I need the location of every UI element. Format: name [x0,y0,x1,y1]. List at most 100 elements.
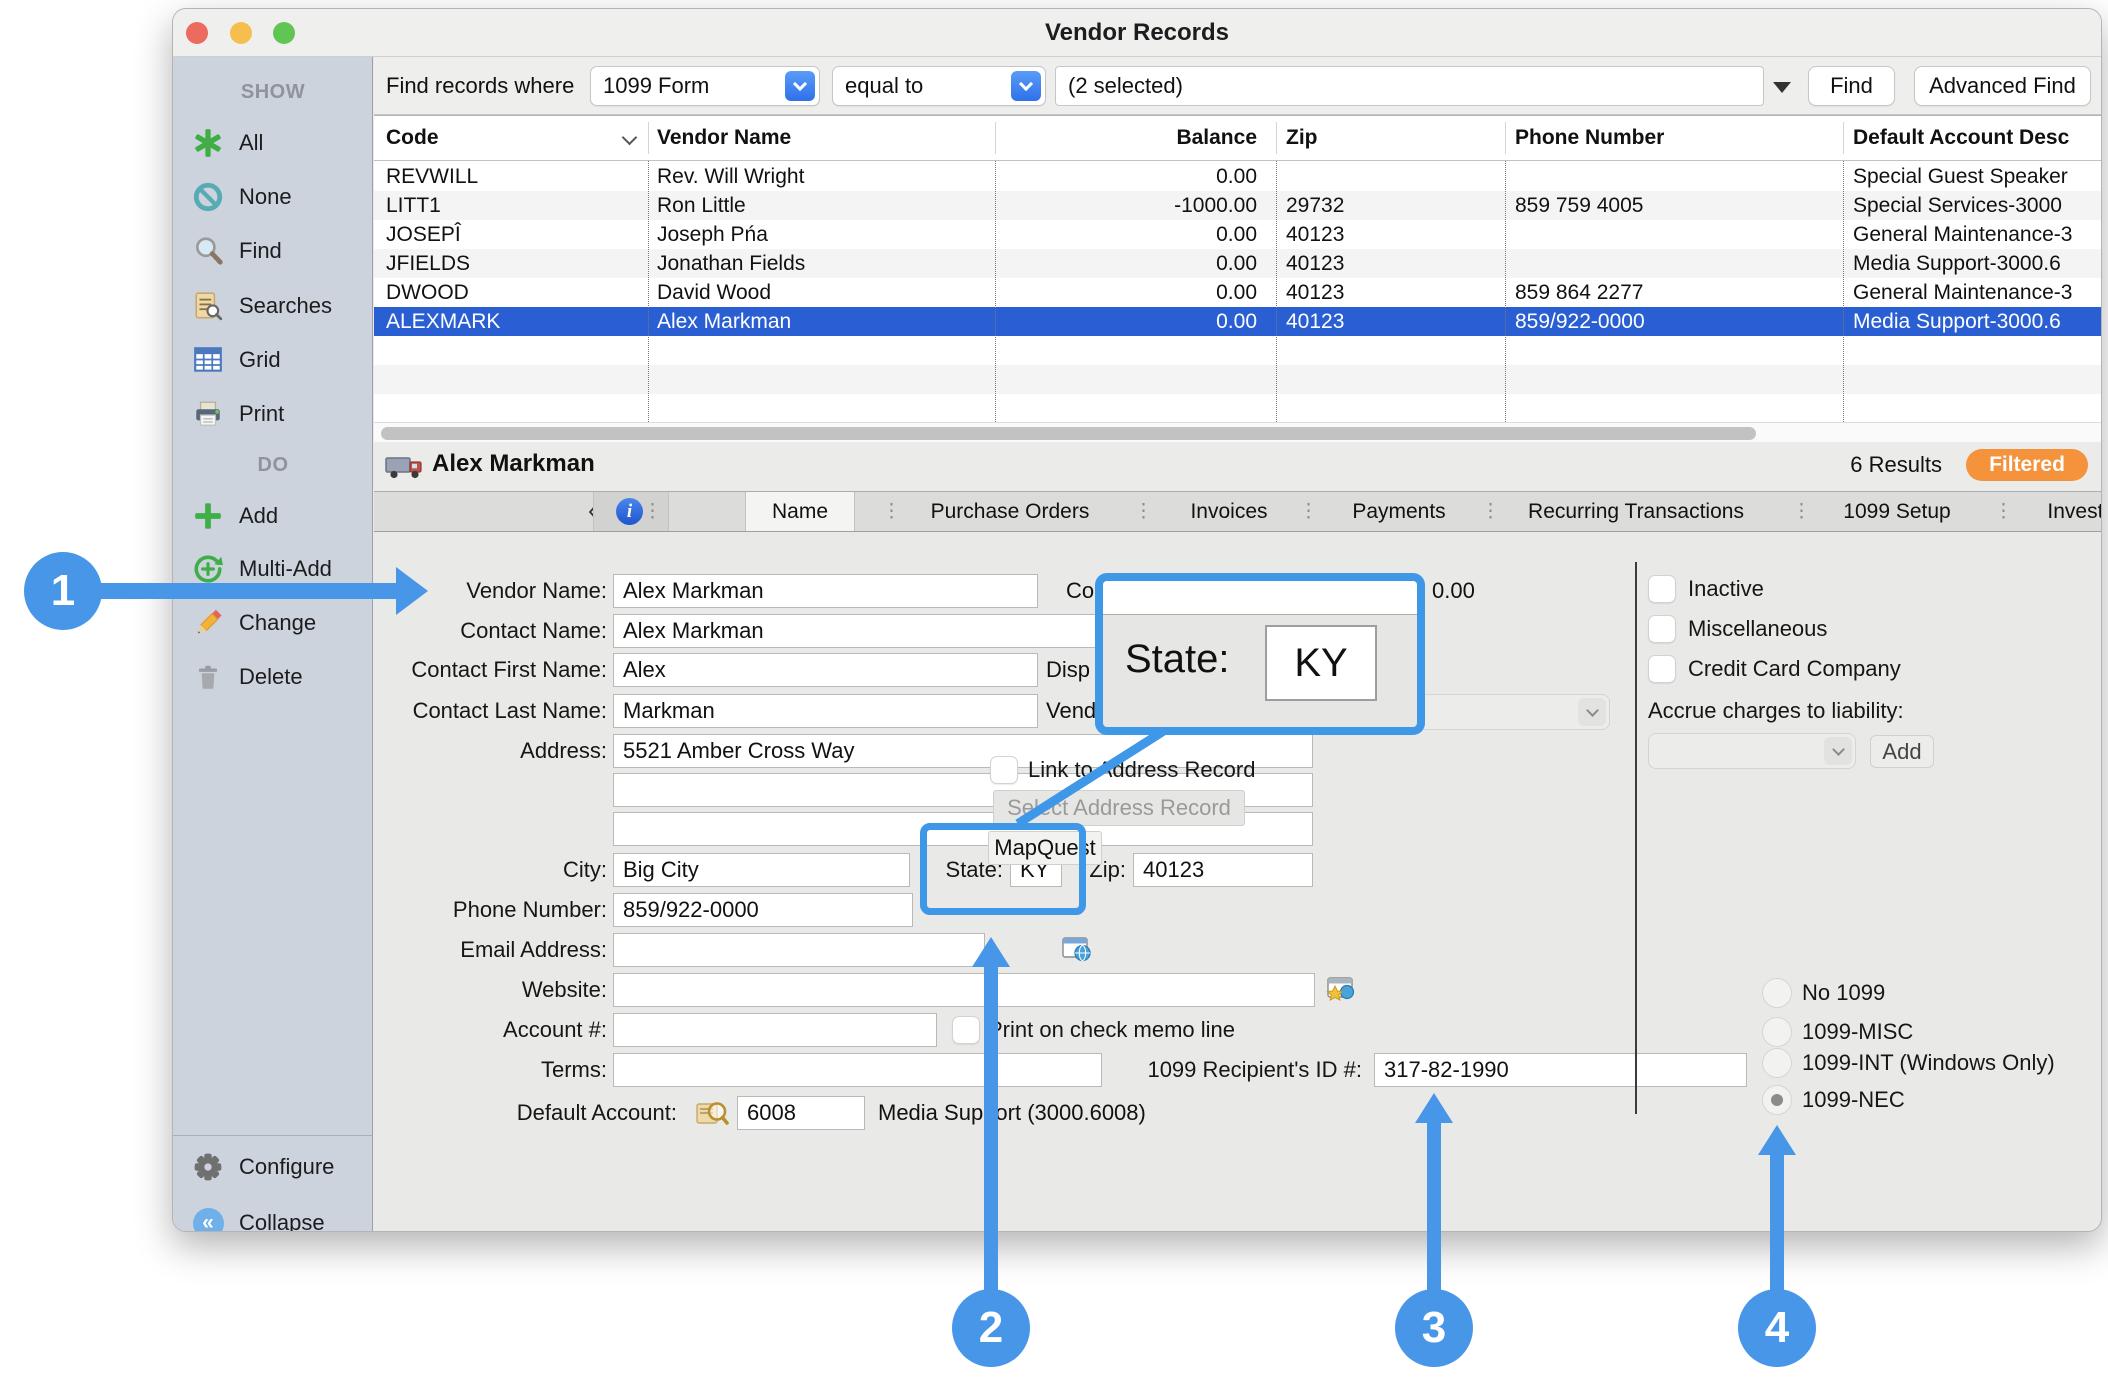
tab-1099-setup[interactable]: 1099 Setup [1822,492,1972,531]
scrollbar-thumb[interactable] [381,427,1756,440]
tab-invoices[interactable]: Invoices [1164,492,1294,531]
column-header-zip[interactable]: Zip [1286,116,1318,160]
tab-grip-icon: ⋮ [1994,492,2013,531]
sidebar-item-add[interactable]: Add [173,499,373,533]
recipient-id-field[interactable]: 317-82-1990 [1374,1053,1747,1087]
partial-hidden-label: Co [1066,574,1094,608]
sidebar-item-collapse[interactable]: « Collapse [173,1206,373,1232]
print-memo-checkbox[interactable] [952,1016,980,1044]
trash-icon [191,660,225,694]
find-button[interactable]: Find [1808,66,1895,106]
popup-chevron-icon [1824,737,1852,765]
email-icon[interactable] [1062,936,1092,968]
email-address-field[interactable] [613,933,985,967]
sidebar-item-print[interactable]: Print [173,397,373,431]
grid-icon [191,343,225,377]
contact-last-name-field[interactable]: Markman [613,694,1038,728]
no-1099-radio[interactable] [1762,978,1792,1008]
credit-card-checkbox[interactable] [1648,655,1676,683]
phone-number-field[interactable]: 859/922-0000 [613,893,913,927]
sidebar-item-configure[interactable]: Configure [173,1150,373,1184]
annotation-arrow-4-head [1758,1125,1796,1155]
vendor-records-app: Vendor Records SHOW All None [0,0,2108,1394]
printer-icon [191,397,225,431]
record-title: Alex Markman [432,450,595,478]
annotation-arrow-4-line [1770,1152,1784,1290]
1099-misc-radio[interactable] [1762,1017,1792,1047]
sidebar-item-label: Delete [239,660,303,694]
window-title: Vendor Records [173,19,2101,47]
header-col-divider [1276,122,1277,154]
header-col-divider [1505,122,1506,154]
vendor-name-field[interactable]: Alex Markman [613,574,1038,608]
col-divider [1505,161,1506,422]
link-address-checkbox[interactable] [990,756,1018,784]
advanced-find-button[interactable]: Advanced Find [1914,66,2091,106]
column-header-balance[interactable]: Balance [997,116,1257,160]
tab-investments[interactable]: Investments [2024,492,2102,531]
tab-grip-icon: ⋮ [1134,492,1153,531]
sidebar-item-all[interactable]: All [173,126,373,160]
1099-nec-radio-selected[interactable] [1762,1085,1792,1115]
find-value-field[interactable]: (2 selected) [1055,66,1764,106]
horizontal-scrollbar[interactable] [374,422,2102,443]
column-header-desc[interactable]: Default Account Desc [1853,116,2069,160]
website-field[interactable] [613,973,1315,1007]
truck-icon [384,451,426,488]
callout-field-strip [1103,581,1417,615]
sidebar-item-none[interactable]: None [173,180,373,214]
find-bar-label: Find records where [386,66,574,106]
contact-first-name-field[interactable]: Alex [613,653,1038,687]
inactive-checkbox[interactable] [1648,575,1676,603]
miscellaneous-checkbox[interactable] [1648,615,1676,643]
annotation-marker-1: 1 [24,552,102,630]
multi-add-icon [191,552,225,586]
filtered-badge[interactable]: Filtered [1966,449,2088,481]
col-divider [1843,161,1844,422]
terms-field[interactable] [613,1053,1102,1087]
contact-name-label: Contact Name: [300,614,607,648]
accrue-liability-label: Accrue charges to liability: [1648,697,1904,725]
tab-grip-icon: ⋮ [1481,492,1500,531]
1099-int-radio[interactable] [1762,1048,1792,1078]
sidebar-item-find[interactable]: Find [173,234,373,268]
annotation-marker-4: 4 [1738,1289,1816,1367]
find-operator-popup[interactable]: equal to [832,66,1046,106]
account-lookup-icon[interactable] [695,1098,729,1133]
default-account-field[interactable]: 6008 [737,1096,865,1130]
add-liability-button[interactable]: Add [1870,735,1934,768]
account-number-label: Account #: [300,1013,607,1047]
tab-grip-icon: ⋮ [882,492,901,531]
city-field[interactable]: Big City [613,853,910,887]
tab-payments[interactable]: Payments [1329,492,1469,531]
annotation-arrow-1-head [396,567,428,615]
sidebar-show-header: SHOW [173,79,373,105]
tab-name[interactable]: Name [745,492,855,531]
balance-value: 0.00 [1432,574,1475,608]
liability-account-popup[interactable] [1648,733,1856,769]
col-divider [648,161,649,422]
1099-misc-label: 1099-MISC [1802,1018,1913,1046]
miscellaneous-label: Miscellaneous [1688,615,1827,643]
panel-divider [1635,562,1637,1114]
sidebar-item-grid[interactable]: Grid [173,343,373,377]
find-field-popup[interactable]: 1099 Form [590,66,820,106]
tab-recurring-transactions[interactable]: Recurring Transactions [1511,492,1761,531]
zip-field[interactable]: 40123 [1133,853,1313,887]
sidebar-item-label: Configure [239,1150,334,1184]
account-number-field[interactable] [613,1013,937,1047]
website-icon[interactable] [1326,976,1356,1008]
column-header-phone[interactable]: Phone Number [1515,116,1664,160]
column-header-vendor[interactable]: Vendor Name [657,116,791,160]
tab-purchase-orders[interactable]: Purchase Orders [914,492,1106,531]
column-header-code[interactable]: Code [386,116,439,160]
sort-chevron-icon[interactable] [622,130,638,146]
annotation-arrow-3-head [1415,1093,1453,1123]
contact-first-name-label: Contact First Name: [300,653,607,687]
sidebar-item-searches[interactable]: Searches [173,289,373,323]
tab-info[interactable]: i ⋮ [593,492,669,531]
partial-hidden-label: Disp [1046,653,1090,687]
sidebar-divider [173,1135,373,1136]
find-value-dropdown-icon[interactable] [1773,82,1791,93]
annotation-arrow-1-line [98,583,397,599]
